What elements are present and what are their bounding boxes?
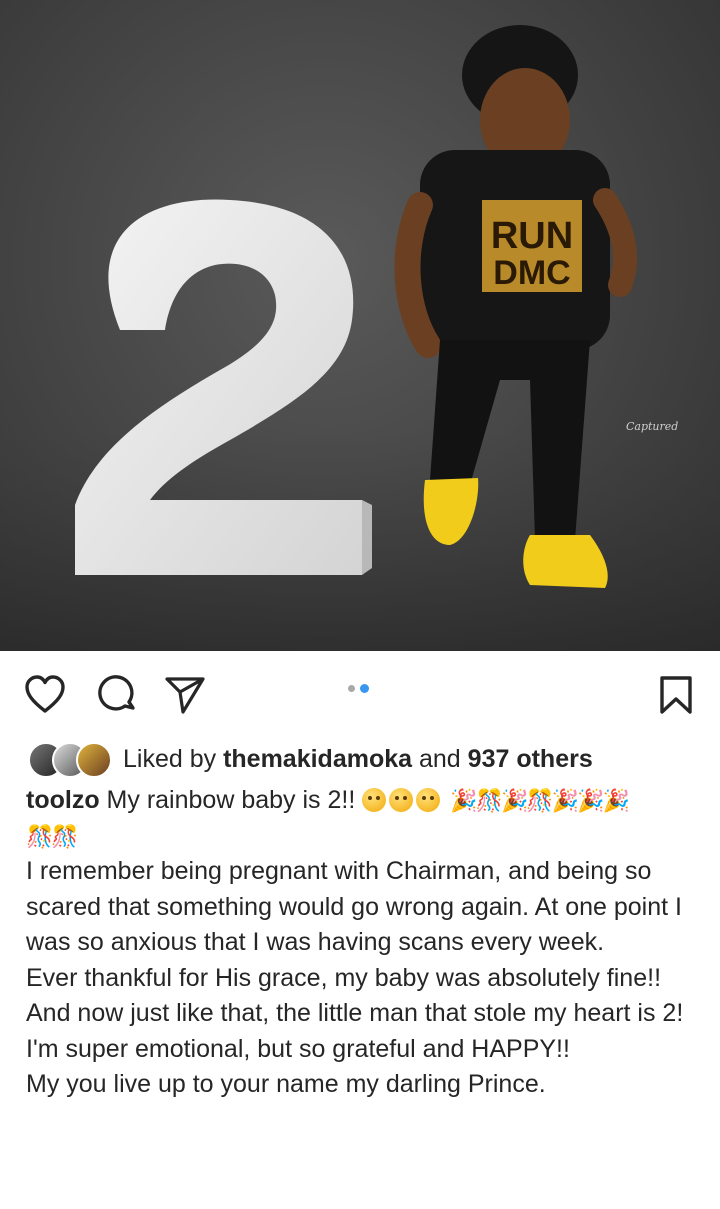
comment-icon [98,675,135,711]
post-photo[interactable]: RUN DMC Captured [0,0,720,651]
party-emojis: 🎉🎊🎉🎊🎉🎉🎉 [450,788,630,813]
caption-paragraph: I remember being pregnant with Chairman,… [26,857,682,956]
likes-row: Liked by themakidamoka and 937 others [28,737,593,781]
caption-party-line: 🎊🎊 [26,819,701,855]
post-action-bar [0,651,720,735]
svg-text:DMC: DMC [493,254,570,292]
likes-prefix: Liked by [123,744,217,773]
comment-button[interactable] [96,673,140,717]
bookmark-icon [660,676,692,714]
party-emojis-2: 🎊🎊 [26,823,79,849]
send-icon [165,677,205,714]
liker-username[interactable]: themakidamoka [223,745,412,774]
photo-watermark: Captured [626,420,679,433]
caption-paragraph: I'm super emotional, but so grateful and… [26,1034,570,1063]
liker-avatars[interactable] [28,739,112,779]
avatar [76,742,112,778]
post-caption: toolzo My rainbow baby is 2!! 🎉🎊🎉🎊🎉🎉🎉 🎊🎊… [26,783,701,1103]
caption-paragraph: And now just like that, the little man t… [26,999,684,1027]
svg-text:RUN: RUN [491,215,573,257]
heart-icon [25,675,65,713]
carousel-dot [348,685,355,692]
likes-count[interactable]: 937 others [468,745,593,774]
likes-connector: and [419,744,461,773]
share-button[interactable] [163,673,207,717]
smiling-face-icon [362,788,387,812]
carousel-indicator [348,684,369,693]
smiling-face-icon [416,788,441,812]
photo-illustration: RUN DMC [0,25,720,651]
like-button[interactable] [23,673,67,717]
caption-headline: My rainbow baby is 2!! [106,786,356,814]
caption-paragraph: Ever thankful for His grace, my baby was… [26,963,662,992]
carousel-dot-active [360,684,369,693]
caption-first-line: toolzo My rainbow baby is 2!! 🎉🎊🎉🎊🎉🎉🎉 [26,783,701,819]
smiling-face-icon [389,788,414,812]
number-two-prop [75,199,372,575]
save-button[interactable] [654,673,698,717]
caption-paragraph: My you live up to your name my darling P… [26,1070,546,1098]
caption-username[interactable]: toolzo [26,786,100,814]
